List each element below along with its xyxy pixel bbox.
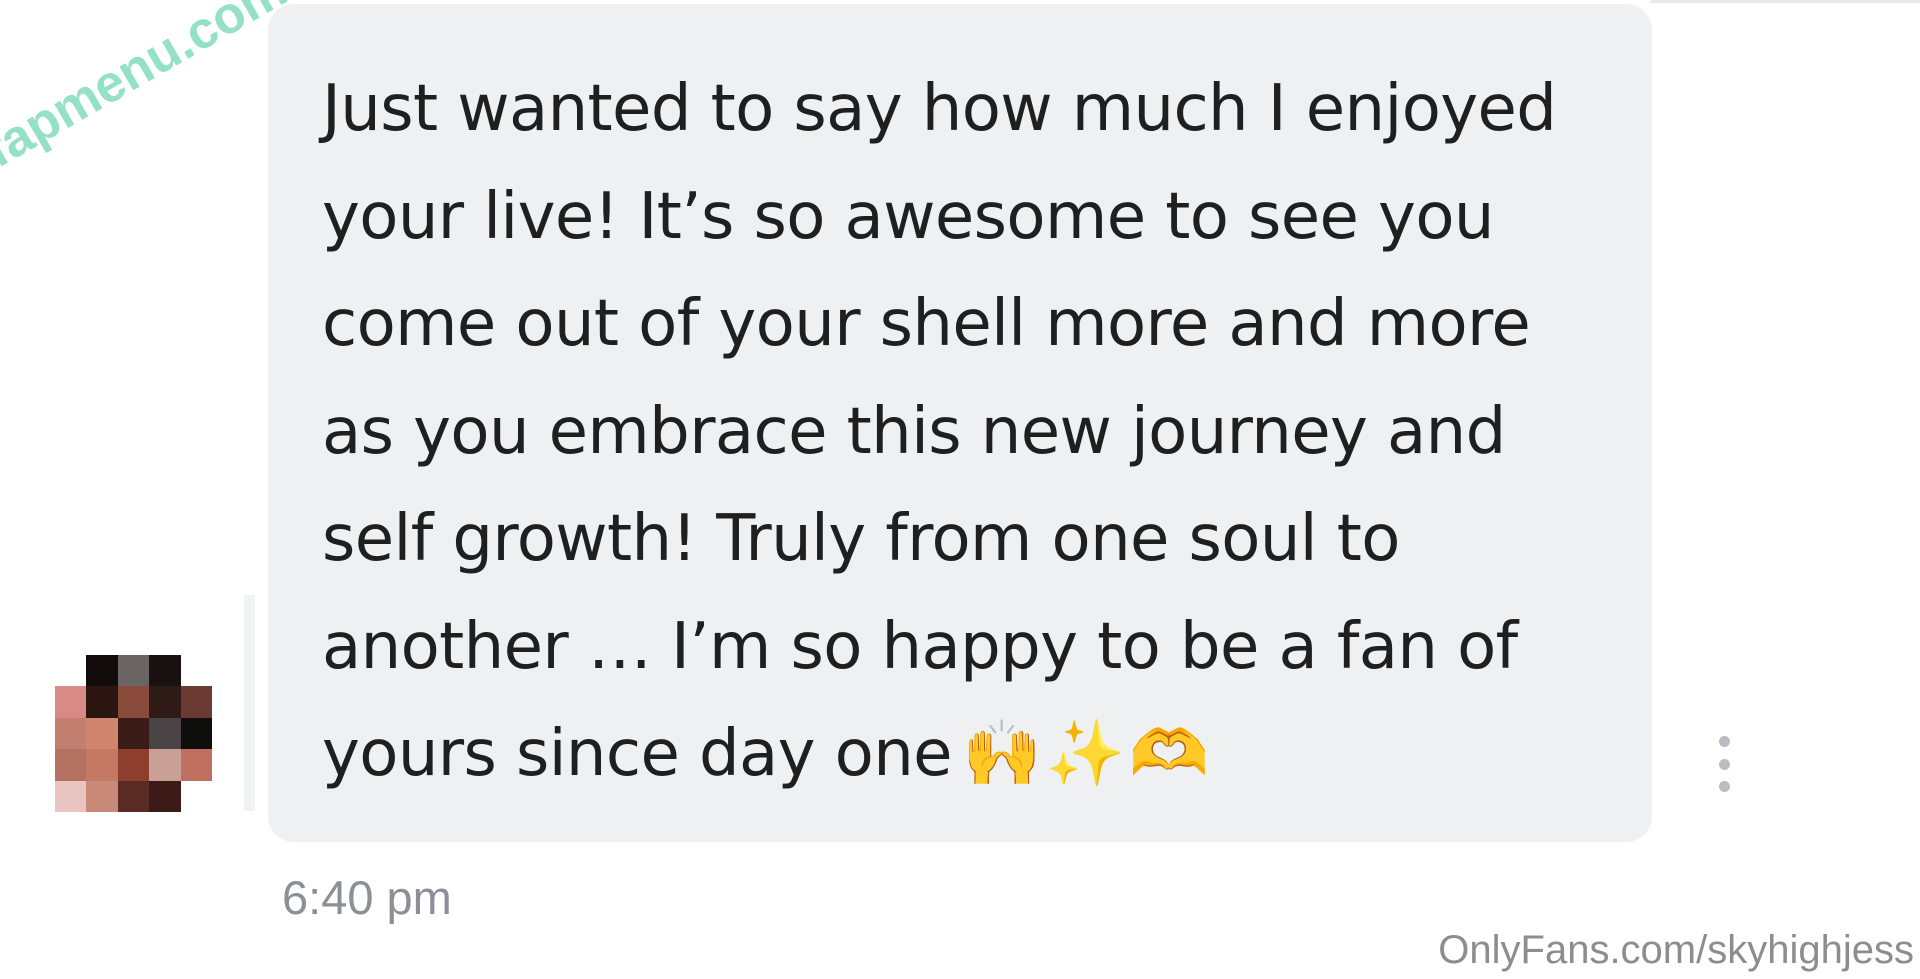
avatar-pixel: [180, 749, 212, 781]
avatar[interactable]: [55, 655, 212, 812]
message-emoji: 🙌✨🫶: [961, 717, 1214, 791]
avatar-pixel: [55, 749, 87, 781]
avatar-pixel: [55, 686, 87, 718]
avatar-pixel: [55, 780, 87, 812]
avatar-pixel: [180, 780, 212, 812]
avatar-pixel: [149, 655, 181, 687]
avatar-pixel: [86, 655, 118, 687]
message-divider: [244, 595, 255, 811]
kebab-menu-icon[interactable]: [1712, 736, 1736, 792]
top-accent-line: [1650, 0, 1920, 3]
avatar-pixel: [86, 686, 118, 718]
avatar-pixel: [86, 749, 118, 781]
avatar-pixel: [180, 686, 212, 718]
avatar-pixel: [180, 655, 212, 687]
kebab-dot: [1718, 758, 1730, 770]
message-text: Just wanted to say how much I enjoyed yo…: [322, 56, 1602, 809]
avatar-pixel: [86, 780, 118, 812]
message-bubble[interactable]: Just wanted to say how much I enjoyed yo…: [268, 4, 1652, 842]
avatar-pixel: [55, 717, 87, 750]
watermark-fapmenu: fapmenu.com: [0, 0, 297, 180]
avatar-pixel: [117, 686, 150, 718]
avatar-pixel: [149, 749, 181, 781]
kebab-dot: [1718, 781, 1730, 792]
watermark-onlyfans: OnlyFans.com/skyhighjess: [1438, 928, 1914, 972]
chat-screen: fapmenu.com Just wanted to say how much …: [0, 0, 1920, 979]
avatar-pixel: [149, 717, 181, 750]
avatar-pixel: [149, 780, 181, 812]
avatar-pixel: [117, 655, 150, 687]
avatar-pixel: [149, 686, 181, 718]
message-body: Just wanted to say how much I enjoyed yo…: [322, 72, 1557, 791]
avatar-pixel: [117, 749, 150, 781]
avatar-pixel: [117, 717, 150, 750]
message-timestamp: 6:40 pm: [282, 871, 452, 924]
avatar-pixel: [117, 780, 150, 812]
kebab-dot: [1718, 736, 1730, 747]
avatar-pixel: [55, 655, 87, 687]
avatar-pixel: [86, 717, 118, 750]
avatar-pixel: [180, 717, 212, 750]
